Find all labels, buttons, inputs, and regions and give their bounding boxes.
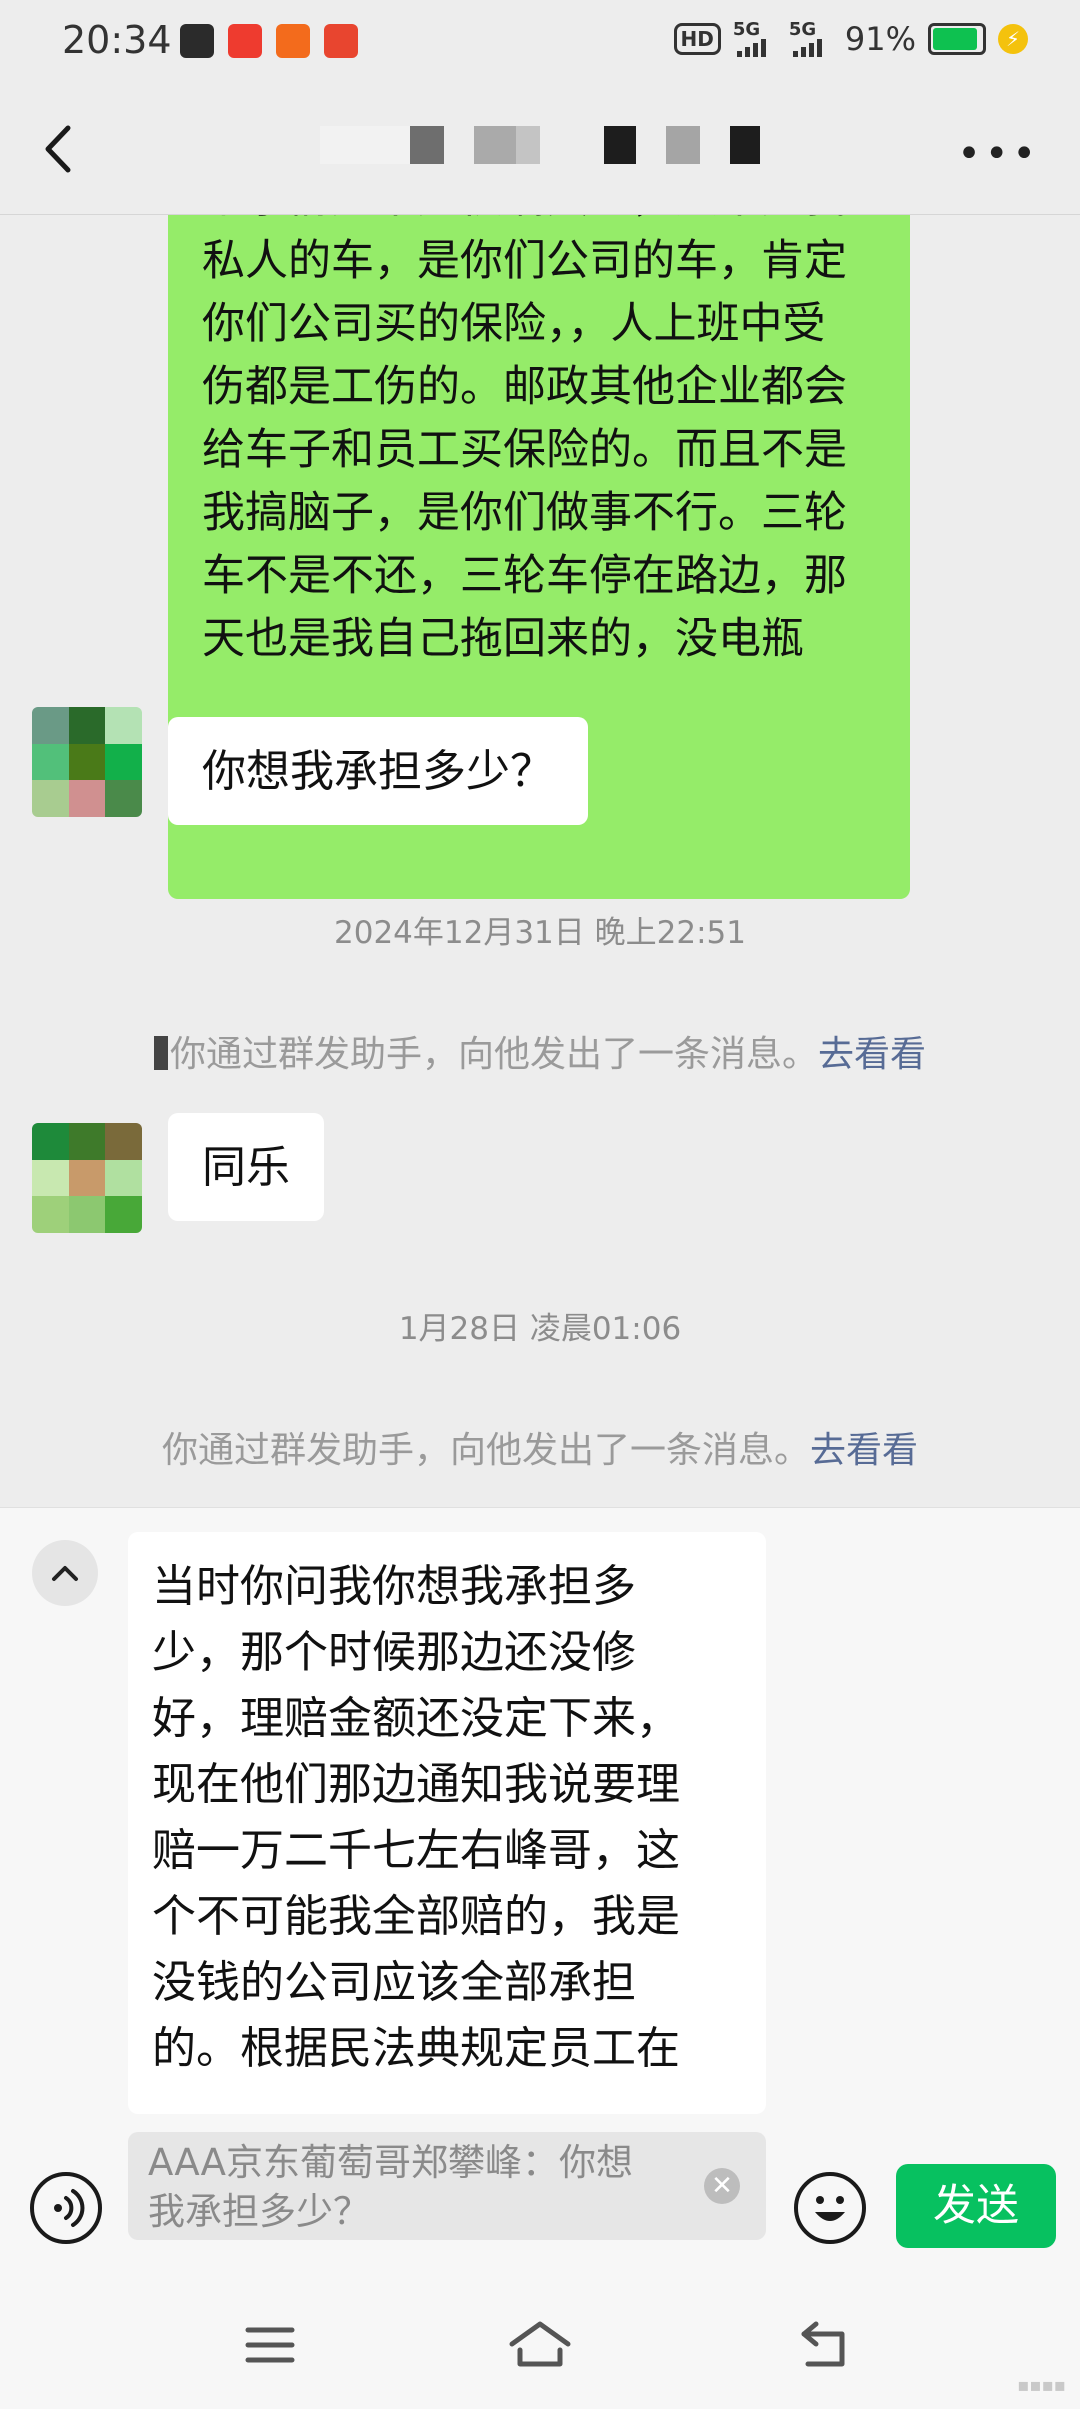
clear-quote-icon[interactable]: ✕: [704, 2168, 740, 2204]
notification-icons: [180, 24, 358, 58]
draft-line: 没钱的公司应该全部承担: [152, 1957, 636, 2008]
status-bar: 20:34 HD 5G 5G 91% ⚡: [0, 0, 1080, 86]
message-line: 私人的车，是你们公司的车，肯定: [202, 236, 847, 286]
status-time: 20:34: [62, 18, 172, 62]
draft-line: 好，理赔金额还没定下来，: [152, 1693, 680, 1744]
contact-avatar[interactable]: [32, 707, 142, 817]
emoji-icon[interactable]: [794, 2172, 866, 2244]
timestamp: 1月28日 凌晨01:06: [398, 1311, 682, 1347]
message-text: 同乐: [202, 1142, 290, 1193]
system-message: 你通过群发助手，向他发出了一条消息。去看看: [0, 1421, 1080, 1473]
contact-name-redacted: [320, 126, 780, 170]
home-icon[interactable]: [508, 2320, 572, 2374]
composer: 当时你问我你想我承担多 少，那个时候那边还没修 好，理赔金额还没定下来， 现在他…: [0, 1507, 1080, 2409]
signal-icon: 5G: [733, 19, 777, 57]
quote-line: AAA京东葡萄哥郑攀峰：你想: [148, 2141, 633, 2184]
message-line: 个事情是不是很搞笑的，又不是我: [202, 215, 886, 230]
more-dots-icon[interactable]: •••: [957, 134, 1040, 174]
text-cursor: [153, 1036, 168, 1070]
timestamp: 2024年12月31日 晚上22:51: [334, 915, 746, 951]
quoted-message[interactable]: AAA京东葡萄哥郑攀峰：你想 我承担多少？ ✕: [128, 2132, 766, 2240]
draft-line: 现在他们那边通知我说要理: [152, 1759, 680, 1810]
quote-line: 我承担多少？: [148, 2190, 370, 2233]
soul-app-icon: [180, 24, 214, 58]
send-button[interactable]: 发送: [896, 2164, 1056, 2248]
back-nav-icon[interactable]: [798, 2320, 850, 2374]
draft-line: 的。根据民法典规定员工在: [152, 2023, 680, 2074]
draft-line: 当时你问我你想我承担多: [152, 1561, 636, 1612]
view-link[interactable]: 去看看: [810, 1430, 918, 1471]
menu-icon[interactable]: [244, 2320, 296, 2374]
message-line: 天也是我自己拖回来的，没电瓶: [202, 614, 804, 664]
system-message: 你通过群发助手，向他发出了一条消息。去看看: [0, 1025, 1080, 1077]
incoming-message-bubble[interactable]: 你想我承担多少？: [168, 717, 588, 825]
signal-icon-2: 5G: [789, 19, 833, 57]
draft-line: 赔一万二千七左右峰哥，这: [152, 1825, 680, 1876]
incoming-message-bubble[interactable]: 同乐: [168, 1113, 324, 1221]
news-app-icon: [324, 24, 358, 58]
watermark: ▪▪▪▪: [1017, 2375, 1066, 2396]
hd-icon: HD: [673, 23, 721, 55]
battery-percent: 91%: [844, 20, 916, 58]
message-input[interactable]: 当时你问我你想我承担多 少，那个时候那边还没修 好，理赔金额还没定下来， 现在他…: [128, 1532, 766, 2114]
system-message-text: 你通过群发助手，向他发出了一条消息。: [161, 1430, 810, 1471]
contact-avatar[interactable]: [32, 1123, 142, 1233]
chat-header: •••: [0, 86, 1080, 214]
system-nav-bar: ▪▪▪▪: [0, 2300, 1080, 2408]
system-message-text: 你通过群发助手，向他发出了一条消息。: [169, 1034, 818, 1075]
status-right: HD 5G 5G 91% ⚡: [673, 19, 1028, 58]
message-line: 我搞脑子，是你们做事不行。三轮: [202, 488, 847, 538]
charging-icon: ⚡: [998, 24, 1028, 54]
message-line: 车不是不还，三轮车停在路边，那: [202, 551, 847, 601]
view-link[interactable]: 去看看: [818, 1034, 926, 1075]
fox-app-icon: [276, 24, 310, 58]
chevron-left-icon[interactable]: [40, 124, 80, 174]
draft-line: 个不可能我全部赔的，我是: [152, 1891, 680, 1942]
message-list[interactable]: 个事情是不是很搞笑的，又不是我 私人的车，是你们公司的车，肯定 你们公司买的保险…: [0, 215, 1080, 1507]
mini-game-app-icon: [228, 24, 262, 58]
draft-line: 少，那个时候那边还没修: [152, 1627, 636, 1678]
battery-icon: [928, 23, 986, 55]
chevron-up-icon[interactable]: [32, 1540, 98, 1606]
message-line: 你们公司买的保险，，人上班中受: [202, 299, 826, 349]
message-text: 你想我承担多少？: [202, 746, 554, 797]
voice-icon[interactable]: [30, 2172, 102, 2244]
message-line: 伤都是工伤的。邮政其他企业都会: [202, 362, 847, 412]
message-line: 给车子和员工买保险的。而且不是: [202, 425, 847, 475]
